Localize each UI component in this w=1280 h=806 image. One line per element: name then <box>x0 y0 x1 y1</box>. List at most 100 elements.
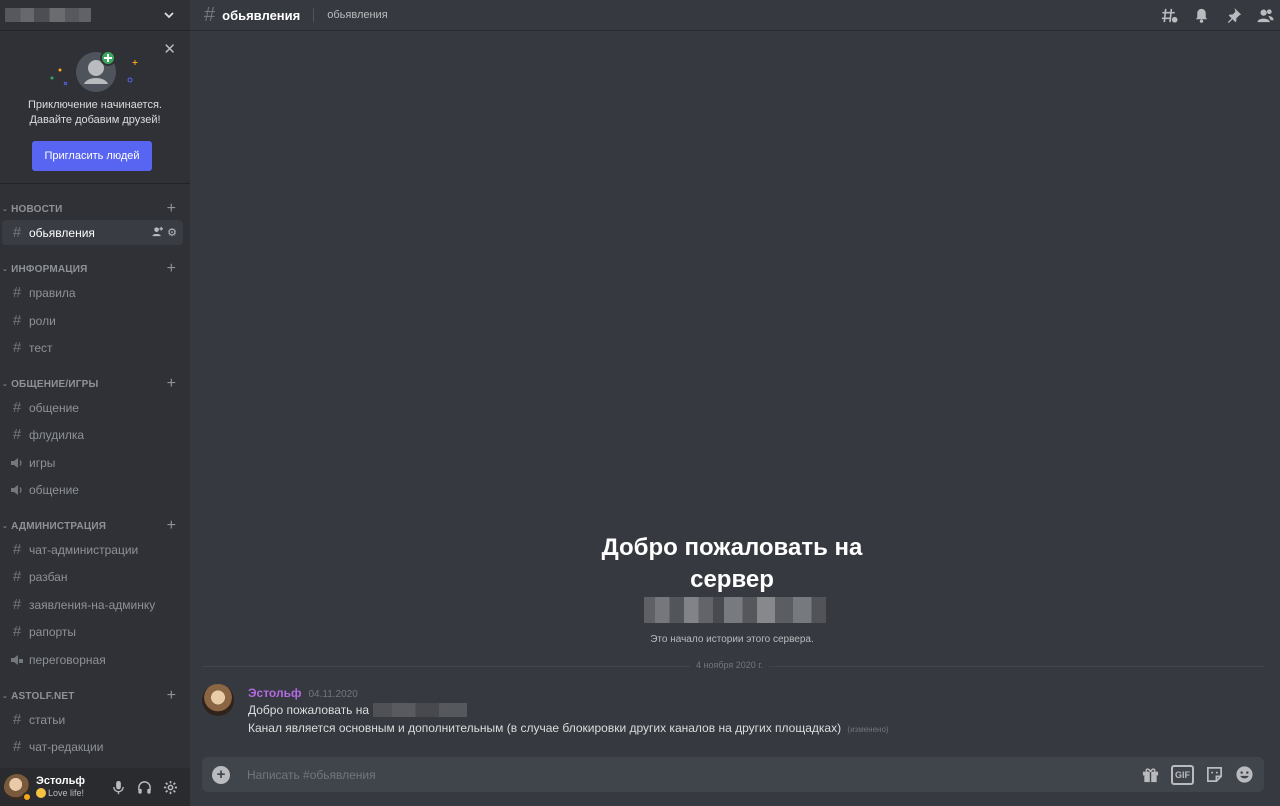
voice-channel-peregovornaya[interactable]: переговорная <box>2 647 183 672</box>
category-label: ОБЩЕНИЕ/ИГРЫ <box>11 378 99 390</box>
hash-icon: # <box>12 711 22 728</box>
channel-label: правила <box>29 285 76 300</box>
divider <box>313 8 315 22</box>
channel-stati[interactable]: # статьи <box>2 707 183 732</box>
channel-label: общение <box>29 482 79 497</box>
hash-icon: # <box>12 284 22 301</box>
welcome-title-line-2: сервер <box>690 566 774 593</box>
channel-chat-redakcii[interactable]: # чат-редакции <box>2 734 183 759</box>
channel-label: обьявления <box>29 225 95 240</box>
chevron-down-icon: ⌄ <box>2 266 9 273</box>
category-info[interactable]: ⌄ ИНФОРМАЦИЯ + <box>0 261 190 277</box>
gear-icon[interactable] <box>162 779 178 795</box>
message-line-1: Добро пожаловать на <box>248 703 370 717</box>
hash-icon: # <box>12 541 22 558</box>
message-input[interactable] <box>247 767 1141 782</box>
members-icon[interactable] <box>1256 6 1274 24</box>
category-label: НОВОСТИ <box>11 203 63 215</box>
avatar[interactable] <box>4 774 32 802</box>
hash-icon: # <box>12 224 22 241</box>
channel-label: общение <box>29 400 79 415</box>
invite-line-2: Давайте добавим друзей! <box>29 114 161 126</box>
channel-pravila[interactable]: # правила <box>2 280 183 305</box>
chevron-down-icon: ⌄ <box>2 523 9 530</box>
server-header[interactable] <box>0 0 190 30</box>
channel-label: переговорная <box>29 652 106 667</box>
channel-razban[interactable]: # разбан <box>2 564 183 589</box>
category-label: ИНФОРМАЦИЯ <box>11 263 88 275</box>
message-timestamp: 04.11.2020 <box>308 689 358 700</box>
hash-icon: # <box>204 3 216 26</box>
channel-chat-administracii[interactable]: # чат-администрации <box>2 537 183 562</box>
hash-icon: # <box>12 339 22 356</box>
channel-sidebar: ✕ Приключение начинается. Давайте добави… <box>0 0 190 806</box>
hash-icon: # <box>12 738 22 755</box>
sticker-icon[interactable] <box>1205 765 1224 785</box>
category-astolf-net[interactable]: ⌄ ASTOLF.NET + <box>0 688 190 704</box>
voice-channel-igry[interactable]: игры <box>2 450 183 475</box>
microphone-icon[interactable] <box>110 779 126 795</box>
chevron-down-icon[interactable] <box>162 8 176 22</box>
hash-icon: # <box>12 623 22 640</box>
invite-people-button[interactable]: Пригласить людей <box>32 141 152 171</box>
add-friend-illustration-icon <box>50 50 138 92</box>
channel-raporty[interactable]: # рапорты <box>2 619 183 644</box>
channel-test[interactable]: # тест <box>2 335 183 360</box>
category-admin[interactable]: ⌄ АДМИНИСТРАЦИЯ + <box>0 518 190 534</box>
welcome-title: Добро пожаловать на сервер <box>532 532 932 596</box>
category-chat-games[interactable]: ⌄ ОБЩЕНИЕ/ИГРЫ + <box>0 376 190 392</box>
channel-label: статьи <box>29 712 66 727</box>
category-news[interactable]: ⌄ НОВОСТИ + <box>0 201 190 217</box>
hash-icon: # <box>12 568 22 585</box>
message-composer: + GIF <box>202 757 1264 792</box>
server-name-blurred <box>5 8 91 22</box>
invite-card: ✕ Приключение начинается. Давайте добави… <box>0 34 190 184</box>
channel-roli[interactable]: # роли <box>2 308 183 333</box>
voice-channel-obshchenie[interactable]: общение <box>2 477 183 502</box>
channel-obshchenie[interactable]: # общение <box>2 395 183 420</box>
channel-label: разбан <box>29 569 68 584</box>
channel-title: обьявления <box>222 7 301 23</box>
channel-label: рапорты <box>29 624 77 639</box>
add-channel-icon[interactable]: + <box>167 518 176 534</box>
add-channel-icon[interactable]: + <box>167 261 176 277</box>
emoji-icon[interactable] <box>1235 765 1254 785</box>
invite-text: Приключение начинается. Давайте добавим … <box>0 98 190 128</box>
bell-icon[interactable] <box>1192 6 1210 24</box>
user-name: Эстольф <box>36 775 86 787</box>
channel-topic[interactable]: обьявления <box>327 9 387 21</box>
gift-icon[interactable] <box>1141 765 1160 785</box>
headphones-icon[interactable] <box>136 779 152 795</box>
gear-icon[interactable]: ⚙ <box>167 226 177 240</box>
channel-fludilka[interactable]: # флудилка <box>2 422 183 447</box>
hash-icon: # <box>12 399 22 416</box>
add-attachment-icon[interactable]: + <box>212 765 230 784</box>
add-channel-icon[interactable]: + <box>167 688 176 704</box>
message-line-2: Канал является основным и дополнительным… <box>248 721 842 735</box>
hash-icon: # <box>12 426 22 443</box>
add-channel-icon[interactable]: + <box>167 201 176 217</box>
speaker-icon <box>9 482 25 498</box>
threads-icon[interactable] <box>1160 6 1178 24</box>
invite-member-icon[interactable] <box>152 226 164 240</box>
add-channel-icon[interactable]: + <box>167 376 176 392</box>
message-author[interactable]: Эстольф <box>248 686 301 700</box>
speaker-icon <box>9 455 25 471</box>
edited-label: (изменено) <box>847 725 889 734</box>
channel-label: чат-администрации <box>29 542 139 557</box>
gif-button[interactable]: GIF <box>1171 764 1194 785</box>
channel-obyavleniya[interactable]: # обьявления ⚙ <box>2 220 183 245</box>
gif-label: GIF <box>1171 764 1194 785</box>
hash-icon: # <box>12 312 22 329</box>
date-divider-label: 4 ноября 2020 г. <box>690 660 769 670</box>
user-panel: Эстольф Love life! <box>0 768 190 806</box>
close-icon[interactable]: ✕ <box>163 42 176 57</box>
channel-label: игры <box>29 455 56 470</box>
invite-line-1: Приключение начинается. <box>28 99 162 111</box>
server-name-blurred <box>373 703 468 717</box>
channel-label: флудилка <box>29 427 85 442</box>
pin-icon[interactable] <box>1224 6 1242 24</box>
channel-label: чат-редакции <box>29 739 104 754</box>
channel-zayavleniya[interactable]: # заявления-на-админку <box>2 592 183 617</box>
avatar[interactable] <box>202 684 234 716</box>
